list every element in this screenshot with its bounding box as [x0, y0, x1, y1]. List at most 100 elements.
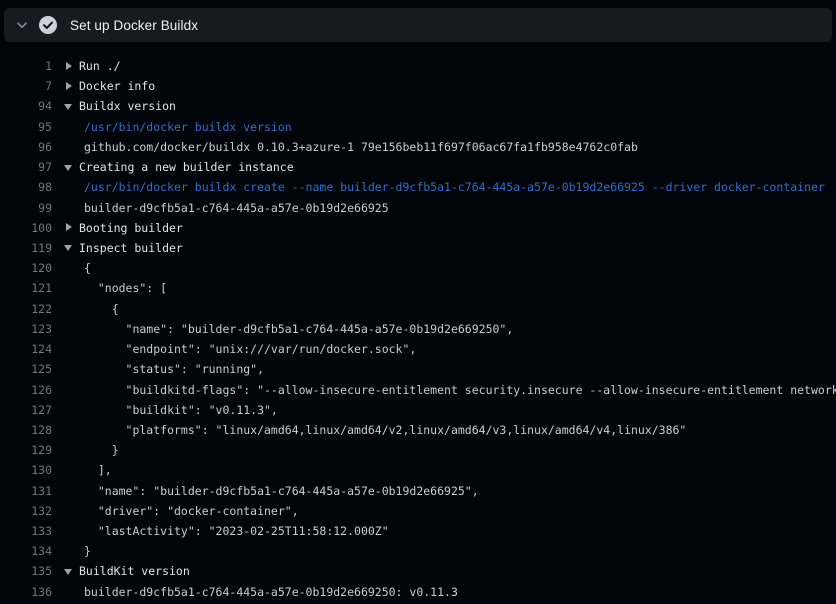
line-number-link[interactable]: 98	[0, 177, 52, 197]
log-line-body: Buildx version	[64, 96, 836, 116]
line-number-link[interactable]: 122	[0, 299, 52, 319]
output-text: "nodes": [	[84, 281, 167, 295]
group-title: Run ./	[79, 59, 121, 73]
log-line-body: "nodes": [	[64, 278, 836, 298]
log-line-row: 131 "name": "builder-d9cfb5a1-c764-445a-…	[0, 481, 836, 501]
line-number-link[interactable]: 119	[0, 238, 52, 258]
output-text: }	[84, 544, 91, 558]
line-number-link[interactable]: 94	[0, 96, 52, 116]
log-line-body: Run ./	[64, 56, 836, 76]
log-line-body: builder-d9cfb5a1-c764-445a-a57e-0b19d2e6…	[64, 198, 836, 218]
log-line-row: 122 {	[0, 299, 836, 319]
line-number-link[interactable]: 135	[0, 561, 52, 581]
log-line-row: 132 "driver": "docker-container",	[0, 501, 836, 521]
output-text: "buildkitd-flags": "--allow-insecure-ent…	[84, 383, 836, 397]
line-number-link[interactable]: 130	[0, 460, 52, 480]
log-line-body: }	[64, 541, 836, 561]
log-line-body: Docker info	[64, 76, 836, 96]
line-number-link[interactable]: 95	[0, 117, 52, 137]
line-number-link[interactable]: 99	[0, 198, 52, 218]
line-number-link[interactable]: 1	[0, 56, 52, 76]
log-line-row: 127 "buildkit": "v0.11.3",	[0, 400, 836, 420]
line-number-link[interactable]: 96	[0, 137, 52, 157]
log-line-body: Creating a new builder instance	[64, 157, 836, 177]
log-line-body: "buildkit": "v0.11.3",	[64, 400, 836, 420]
collapse-triangle-icon[interactable]	[64, 161, 79, 173]
output-text: builder-d9cfb5a1-c764-445a-a57e-0b19d2e6…	[84, 201, 389, 215]
chevron-down-icon[interactable]	[16, 19, 28, 31]
line-number-link[interactable]: 132	[0, 501, 52, 521]
line-number-link[interactable]: 123	[0, 319, 52, 339]
log-line-body: "status": "running",	[64, 359, 836, 379]
log-line-body: "driver": "docker-container",	[64, 501, 836, 521]
line-number-link[interactable]: 124	[0, 339, 52, 359]
log-line-body: "platforms": "linux/amd64,linux/amd64/v2…	[64, 420, 836, 440]
output-text: "platforms": "linux/amd64,linux/amd64/v2…	[84, 423, 686, 437]
expand-triangle-icon[interactable]	[64, 80, 79, 92]
log-line-row: 120 {	[0, 258, 836, 278]
log-line-body: "name": "builder-d9cfb5a1-c764-445a-a57e…	[64, 319, 836, 339]
log-line-row: 126 "buildkitd-flags": "--allow-insecure…	[0, 380, 836, 400]
log-group-row[interactable]: 7 Docker info	[0, 76, 836, 96]
log-line-body: {	[64, 299, 836, 319]
line-number-link[interactable]: 131	[0, 481, 52, 501]
output-text: "buildkit": "v0.11.3",	[84, 403, 278, 417]
output-text: "name": "builder-d9cfb5a1-c764-445a-a57e…	[84, 322, 513, 336]
line-number-link[interactable]: 128	[0, 420, 52, 440]
line-number-link[interactable]: 133	[0, 521, 52, 541]
log-group-row[interactable]: 100 Booting builder	[0, 218, 836, 238]
log-group-row[interactable]: 119 Inspect builder	[0, 238, 836, 258]
check-circle-icon	[39, 16, 57, 34]
log-line-body: Booting builder	[64, 218, 836, 238]
line-number-link[interactable]: 126	[0, 380, 52, 400]
log-line-row: 125 "status": "running",	[0, 359, 836, 379]
line-number-link[interactable]: 121	[0, 278, 52, 298]
line-number-link[interactable]: 125	[0, 359, 52, 379]
line-number-link[interactable]: 134	[0, 541, 52, 561]
output-text: github.com/docker/buildx 0.10.3+azure-1 …	[84, 140, 638, 154]
group-title: Docker info	[79, 79, 155, 93]
group-title: Buildx version	[79, 99, 176, 113]
log-output: 1 Run ./ 7 Docker info 94 Buildx version 95/us…	[0, 42, 836, 604]
log-group-row[interactable]: 97 Creating a new builder instance	[0, 157, 836, 177]
line-number-link[interactable]: 97	[0, 157, 52, 177]
log-line-row: 130 ],	[0, 460, 836, 480]
log-group-row[interactable]: 94 Buildx version	[0, 96, 836, 116]
log-line-body: /usr/bin/docker buildx create --name bui…	[64, 177, 836, 197]
log-line-row: 136 builder-d9cfb5a1-c764-445a-a57e-0b19d…	[0, 582, 836, 602]
collapse-triangle-icon[interactable]	[64, 565, 79, 577]
line-number-link[interactable]: 120	[0, 258, 52, 278]
log-line-body: {	[64, 258, 836, 278]
log-group-row[interactable]: 1 Run ./	[0, 56, 836, 76]
log-line-row: 95/usr/bin/docker buildx version	[0, 117, 836, 137]
log-line-body: "endpoint": "unix:///var/run/docker.sock…	[64, 339, 836, 359]
log-line-row: 124 "endpoint": "unix:///var/run/docker.…	[0, 339, 836, 359]
line-number-link[interactable]: 129	[0, 440, 52, 460]
line-number-link[interactable]: 100	[0, 218, 52, 238]
output-text: "lastActivity": "2023-02-25T11:58:12.000…	[84, 524, 389, 538]
log-line-body: ],	[64, 460, 836, 480]
log-line-row: 123 "name": "builder-d9cfb5a1-c764-445a-…	[0, 319, 836, 339]
group-title: Inspect builder	[79, 241, 183, 255]
output-text: "status": "running",	[84, 362, 264, 376]
log-line-row: 133 "lastActivity": "2023-02-25T11:58:12…	[0, 521, 836, 541]
line-number-link[interactable]: 7	[0, 76, 52, 96]
expand-triangle-icon[interactable]	[64, 221, 79, 233]
output-text: builder-d9cfb5a1-c764-445a-a57e-0b19d2e6…	[84, 585, 458, 599]
group-title: Creating a new builder instance	[79, 160, 294, 174]
line-number-link[interactable]: 136	[0, 582, 52, 602]
log-line-row: 99 builder-d9cfb5a1-c764-445a-a57e-0b19d2…	[0, 198, 836, 218]
output-text: "driver": "docker-container",	[84, 504, 299, 518]
output-text: {	[84, 261, 91, 275]
log-group-row[interactable]: 135 BuildKit version	[0, 561, 836, 581]
line-number-link[interactable]: 127	[0, 400, 52, 420]
collapse-triangle-icon[interactable]	[64, 100, 79, 112]
expand-triangle-icon[interactable]	[64, 60, 79, 72]
command-text: /usr/bin/docker buildx version	[84, 120, 292, 134]
step-header[interactable]: Set up Docker Buildx	[4, 8, 832, 42]
log-line-body: BuildKit version	[64, 561, 836, 581]
log-line-body: Inspect builder	[64, 238, 836, 258]
log-line-body: "lastActivity": "2023-02-25T11:58:12.000…	[64, 521, 836, 541]
collapse-triangle-icon[interactable]	[64, 241, 79, 253]
log-line-body: github.com/docker/buildx 0.10.3+azure-1 …	[64, 137, 836, 157]
